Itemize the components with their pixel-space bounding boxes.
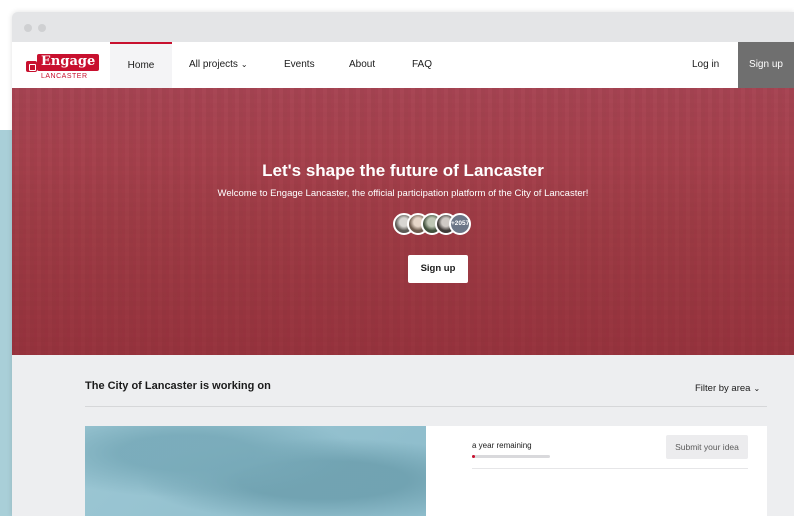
hero-title: Let's shape the future of Lancaster — [262, 161, 544, 180]
nav-about[interactable]: About — [349, 42, 375, 88]
logo-subtitle: LANCASTER — [41, 73, 88, 80]
chevron-down-icon: ⌄ — [753, 384, 761, 393]
time-remaining: a year remaining — [472, 441, 532, 450]
hero-subtitle: Welcome to Engage Lancaster, the officia… — [217, 188, 589, 199]
logo-mark-icon — [26, 61, 37, 72]
project-card[interactable]: a year remaining Submit your idea — [85, 426, 767, 516]
top-navigation: Engage LANCASTER Home All projects ⌄ Even… — [12, 42, 794, 88]
hero-sign-up-button[interactable]: Sign up — [408, 255, 468, 283]
submit-idea-button[interactable]: Submit your idea — [666, 435, 748, 459]
filter-label: Filter by area — [695, 383, 751, 394]
nav-home[interactable]: Home — [110, 42, 172, 88]
filter-by-area-dropdown[interactable]: Filter by area ⌄ — [695, 383, 760, 394]
time-progress-fill — [472, 455, 476, 458]
log-in-link[interactable]: Log in — [692, 42, 719, 88]
window-minimize-dot[interactable] — [38, 24, 46, 32]
nav-faq[interactable]: FAQ — [412, 42, 432, 88]
engage-lancaster-logo[interactable]: Engage LANCASTER — [26, 48, 100, 82]
window-titlebar — [12, 12, 794, 42]
participants-count-badge: +2057 — [449, 213, 471, 235]
time-progress-bar — [472, 455, 550, 458]
section-title: The City of Lancaster is working on — [85, 380, 271, 392]
card-divider — [472, 468, 748, 469]
project-card-image — [85, 426, 426, 516]
nav-all-projects[interactable]: All projects ⌄ — [189, 42, 248, 88]
sign-up-button[interactable]: Sign up — [738, 42, 794, 88]
chevron-down-icon: ⌄ — [240, 60, 248, 69]
window-close-dot[interactable] — [24, 24, 32, 32]
nav-events[interactable]: Events — [284, 42, 315, 88]
section-divider — [85, 406, 767, 407]
nav-all-projects-label: All projects — [189, 59, 238, 70]
background-panel — [0, 130, 12, 516]
logo-word: Engage — [37, 54, 100, 71]
hero-banner: Let's shape the future of Lancaster Welc… — [12, 88, 794, 355]
